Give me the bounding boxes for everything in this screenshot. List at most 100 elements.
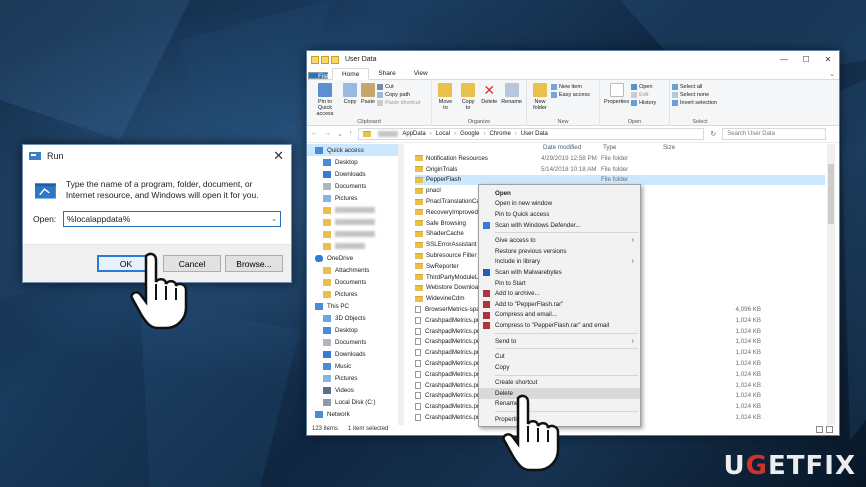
column-size[interactable]: Size: [663, 144, 703, 153]
menu-item-add-to-archive[interactable]: Add to archive...: [479, 288, 640, 299]
breadcrumb-4[interactable]: User Data: [521, 131, 548, 137]
browse-button[interactable]: Browse...: [225, 255, 283, 272]
nav-od-pictures[interactable]: Pictures: [307, 288, 404, 300]
nav-pictures[interactable]: Pictures: [307, 192, 404, 204]
menu-item-label: Send to: [495, 337, 517, 345]
nav-downloads[interactable]: Downloads: [307, 168, 404, 180]
minimize-icon[interactable]: —: [773, 51, 795, 68]
tab-share[interactable]: Share: [369, 67, 404, 79]
menu-item-open-in-new-window[interactable]: Open in new window: [479, 199, 640, 210]
column-headers: Date modified Type Size: [415, 144, 825, 153]
nav-onedrive[interactable]: OneDrive: [307, 252, 404, 264]
invert-selection-button[interactable]: Invert selection: [672, 100, 717, 106]
tab-file[interactable]: File: [308, 72, 328, 80]
menu-item-send-to[interactable]: Send to ›: [479, 336, 640, 347]
nav-attachments[interactable]: Attachments: [307, 264, 404, 276]
nav-pc-pictures[interactable]: Pictures: [307, 372, 404, 384]
menu-item-compress-and-email[interactable]: Compress and email...: [479, 310, 640, 321]
nav-redacted-2[interactable]: [307, 216, 404, 228]
column-type[interactable]: Type: [603, 144, 663, 153]
nav-desktop[interactable]: Desktop: [307, 156, 404, 168]
nav-od-documents[interactable]: Documents: [307, 276, 404, 288]
refresh-icon[interactable]: ↻: [710, 130, 716, 138]
folder-icon: [323, 206, 331, 214]
menu-item-restore-previous-versions[interactable]: Restore previous versions: [479, 246, 640, 257]
address-row: ← → ⌄ ↑ AppData › Local › Google › Chrome › …: [307, 126, 839, 143]
nav-local-disk[interactable]: Local Disk (C:): [307, 396, 404, 408]
rename-icon: [504, 83, 519, 97]
new-item-button[interactable]: New item: [551, 84, 590, 90]
copy-path-button[interactable]: Copy path: [377, 92, 420, 98]
select-all-icon: [672, 84, 678, 90]
select-all-button[interactable]: Select all: [672, 84, 717, 90]
table-row[interactable]: Notification Resources 4/29/2019 12:58 PM…: [415, 153, 825, 164]
chevron-down-icon[interactable]: ⌄: [271, 215, 277, 223]
menu-item-scan-with-windows-defender[interactable]: Scan with Windows Defender...: [479, 220, 640, 231]
search-input[interactable]: Search User Data: [722, 128, 827, 140]
breadcrumb-3[interactable]: Chrome: [489, 131, 510, 137]
open-group: Properties Open Edit History Open: [600, 80, 670, 126]
navigation-pane: Quick access Desktop Downloads Documents…: [307, 144, 404, 425]
menu-item-give-access-to[interactable]: Give access to ›: [479, 235, 640, 246]
nav-pc-desktop[interactable]: Desktop: [307, 324, 404, 336]
tiles-view-icon[interactable]: [826, 425, 833, 433]
menu-item-copy[interactable]: Copy: [479, 362, 640, 373]
tab-home[interactable]: Home: [332, 68, 370, 80]
folder-icon: [415, 176, 423, 183]
menu-item-pin-to-start[interactable]: Pin to Start: [479, 278, 640, 289]
nav-redacted-4[interactable]: [307, 240, 404, 252]
open-button[interactable]: Open: [631, 84, 656, 90]
history-button[interactable]: History: [631, 100, 656, 106]
nav-music[interactable]: Music: [307, 360, 404, 372]
menu-item-create-shortcut[interactable]: Create shortcut: [479, 378, 640, 389]
nav-pc-documents[interactable]: Documents: [307, 336, 404, 348]
nav-scrollbar[interactable]: [398, 144, 404, 425]
table-row[interactable]: OriginTrials 5/14/2018 10:18 AM File folde…: [415, 164, 825, 175]
address-bar[interactable]: AppData › Local › Google › Chrome › User Dat…: [358, 128, 705, 140]
quick-access-toolbar[interactable]: [311, 55, 339, 64]
open-input[interactable]: %localappdata% ⌄: [63, 211, 281, 227]
breadcrumb-1[interactable]: Local: [436, 131, 450, 137]
nav-3d-objects[interactable]: 3D Objects: [307, 312, 404, 324]
nav-network[interactable]: Network: [307, 408, 404, 420]
paste-shortcut-button[interactable]: Paste shortcut: [377, 100, 420, 106]
nav-quick-access[interactable]: Quick access: [307, 144, 404, 156]
scroll-thumb[interactable]: [828, 164, 834, 224]
menu-item-open[interactable]: Open: [479, 188, 640, 199]
menu-item-cut[interactable]: Cut: [479, 351, 640, 362]
back-icon[interactable]: ←: [311, 130, 318, 138]
nav-this-pc[interactable]: This PC: [307, 300, 404, 312]
new-group: New folder New item Easy access New: [527, 80, 600, 126]
content-scrollbar[interactable]: [827, 144, 835, 425]
nav-documents[interactable]: Documents: [307, 180, 404, 192]
up-icon[interactable]: ↑: [349, 130, 353, 138]
nav-redacted-1[interactable]: [307, 204, 404, 216]
cut-button[interactable]: Cut: [377, 84, 420, 90]
chevron-down-icon[interactable]: ⌄: [829, 70, 835, 78]
details-view-icon[interactable]: [816, 425, 823, 433]
edit-button[interactable]: Edit: [631, 92, 656, 98]
select-none-button[interactable]: Select none: [672, 92, 717, 98]
close-icon[interactable]: ✕: [817, 51, 839, 68]
close-icon[interactable]: ✕: [273, 148, 284, 164]
breadcrumb-2[interactable]: Google: [460, 131, 479, 137]
rar-icon: [483, 290, 490, 298]
easy-access-button[interactable]: Easy access: [551, 92, 590, 98]
menu-item-pin-to-quick-access[interactable]: Pin to Quick access: [479, 209, 640, 220]
menu-item-compress-to-pepperflash-rar-and-email[interactable]: Compress to "PepperFlash.rar" and email: [479, 320, 640, 331]
row-date: 5/14/2018 10:18 AM: [541, 165, 597, 173]
menu-item-add-to-pepperflash-rar[interactable]: Add to "PepperFlash.rar": [479, 299, 640, 310]
folder-icon: [415, 187, 423, 194]
nav-videos[interactable]: Videos: [307, 384, 404, 396]
nav-redacted-3[interactable]: [307, 228, 404, 240]
forward-icon[interactable]: →: [324, 130, 331, 138]
menu-item-scan-with-malwarebytes[interactable]: Scan with Malwarebytes: [479, 267, 640, 278]
menu-separator: [495, 232, 638, 234]
column-date[interactable]: Date modified: [543, 144, 603, 153]
menu-item-include-in-library[interactable]: Include in library ›: [479, 257, 640, 268]
maximize-icon[interactable]: ☐: [795, 51, 817, 68]
recent-icon[interactable]: ⌄: [337, 130, 343, 138]
nav-pc-downloads[interactable]: Downloads: [307, 348, 404, 360]
breadcrumb-0[interactable]: AppData: [402, 131, 425, 137]
tab-view[interactable]: View: [405, 67, 437, 79]
